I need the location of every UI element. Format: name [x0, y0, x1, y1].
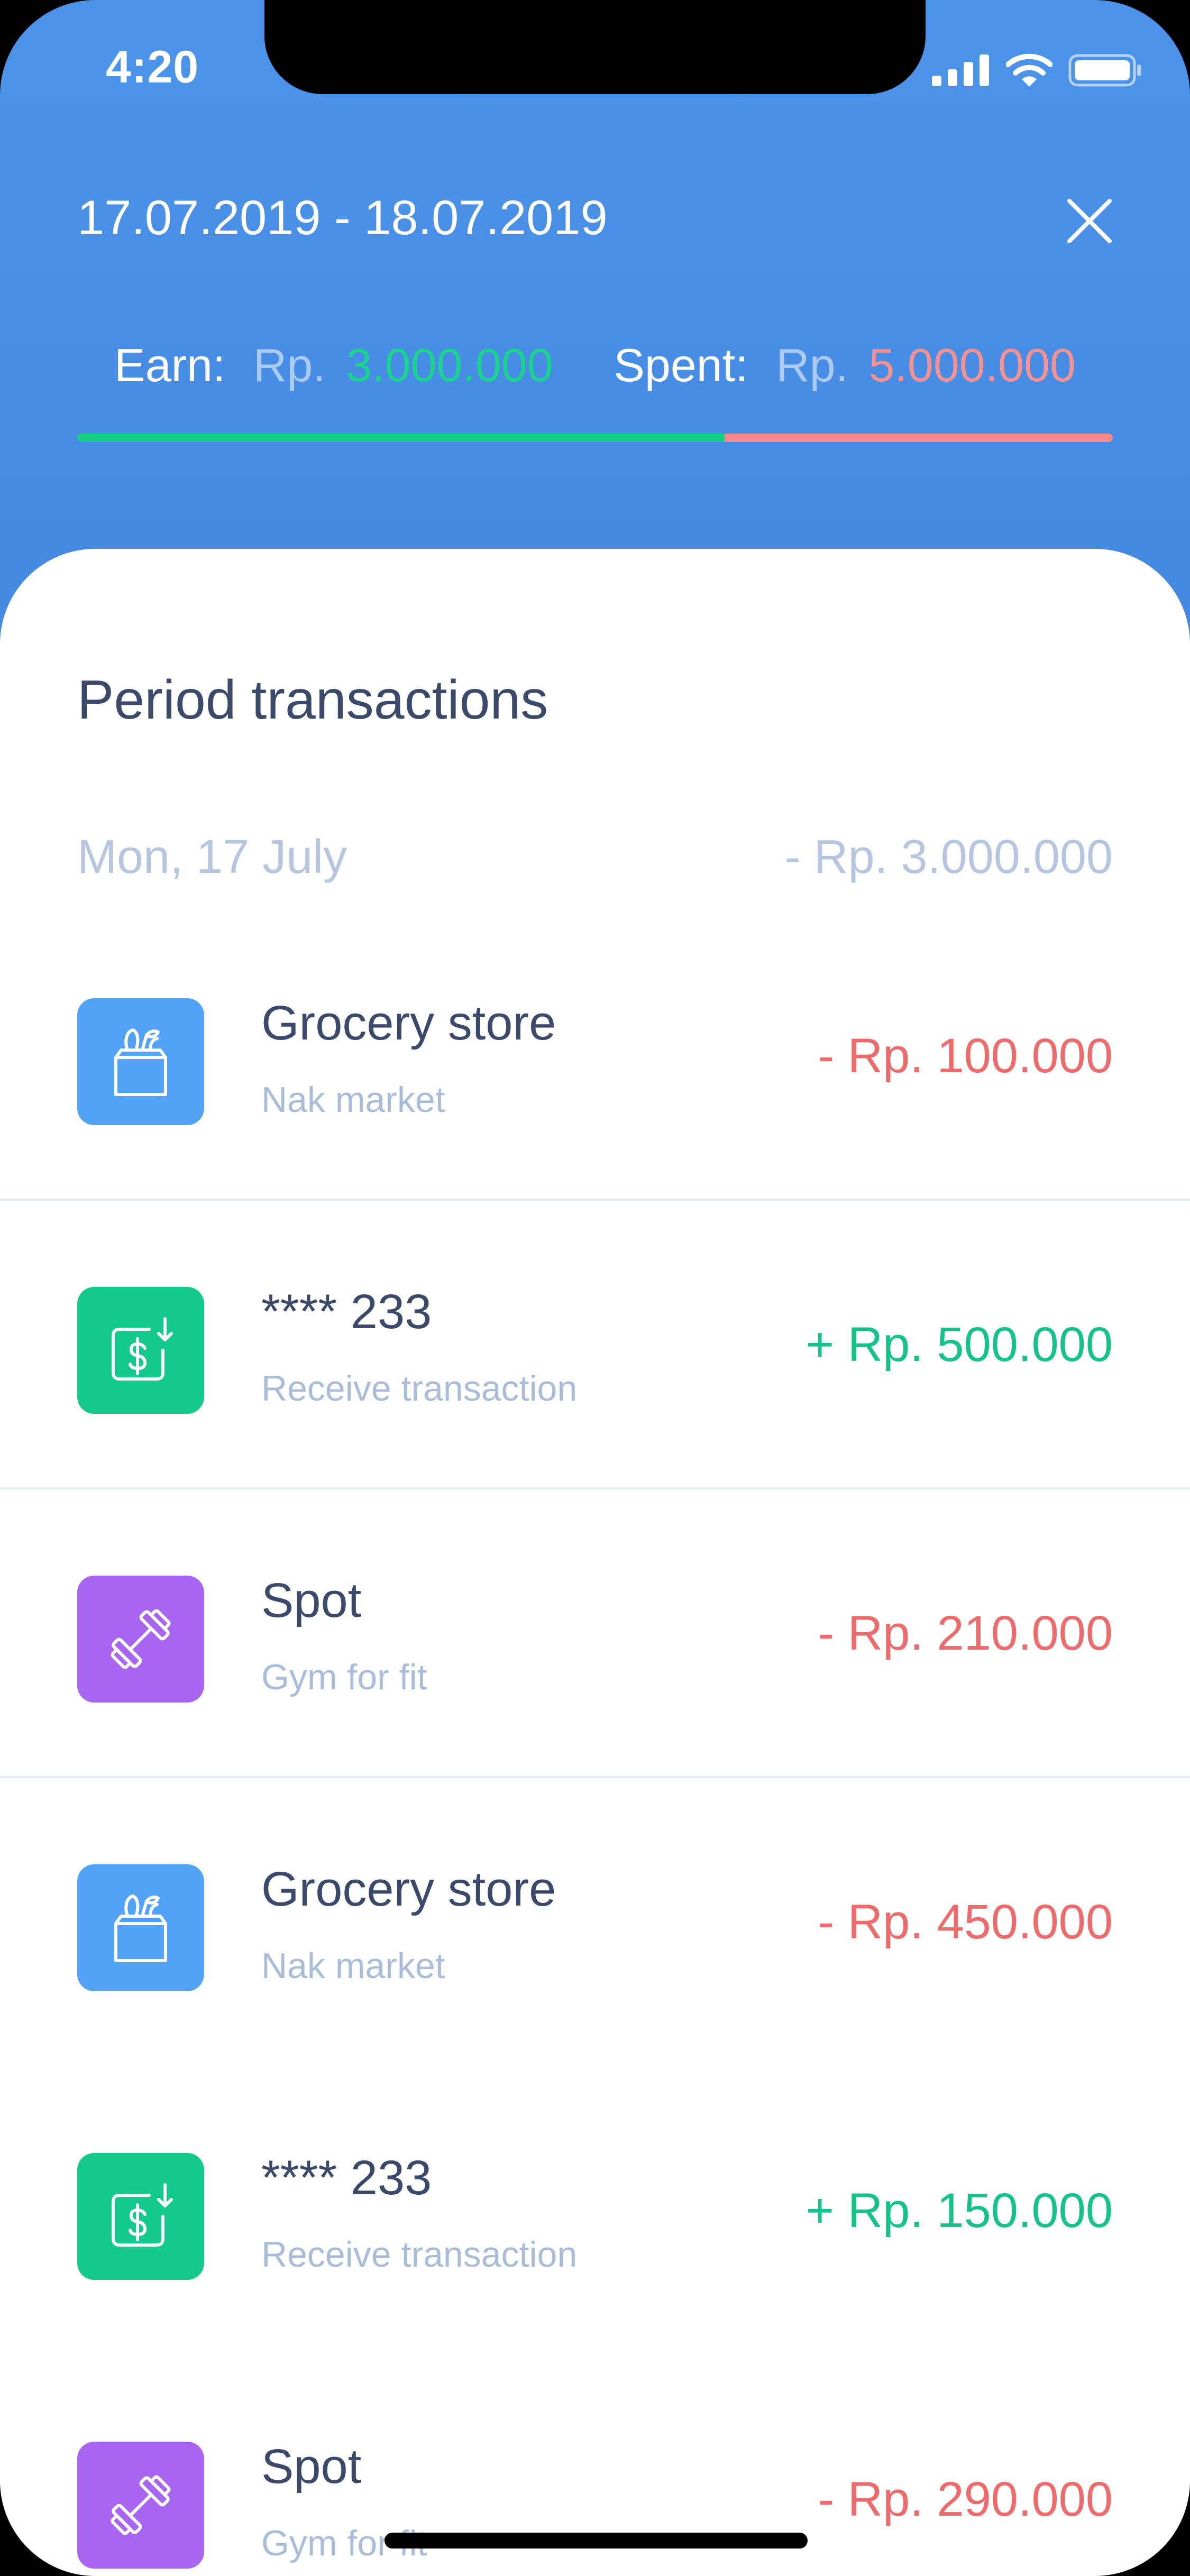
transaction-row[interactable]: Grocery store Nak market - Rp. 100.000: [0, 912, 1190, 1201]
transaction-icon-tile: [77, 2442, 204, 2569]
transaction-icon-tile: [77, 998, 204, 1125]
transaction-amount: + Rp. 150.000: [805, 2184, 1113, 2238]
transaction-amount: - Rp. 100.000: [818, 1029, 1113, 1083]
earn-spent-progress-bar: [77, 434, 1113, 442]
date-range[interactable]: 17.07.2019 - 18.07.2019: [77, 190, 608, 246]
transaction-name: Grocery store: [261, 1862, 556, 1916]
transaction-subtitle: Receive transaction: [261, 2234, 578, 2275]
earn-label: Earn:: [114, 339, 226, 391]
signal-icon: [932, 54, 990, 89]
day-header: Mon, 17 July - Rp. 3.000.000: [77, 830, 1113, 885]
earn-currency: Rp.: [253, 339, 326, 391]
transaction-amount: + Rp. 500.000: [805, 1318, 1113, 1372]
spent-value: 5.000.000: [868, 339, 1076, 391]
transaction-icon-tile: [77, 2153, 204, 2280]
transaction-name: Spot: [261, 2440, 362, 2494]
transaction-amount: - Rp. 450.000: [818, 1895, 1113, 1949]
transaction-name: **** 233: [261, 1285, 432, 1339]
earn-summary: Earn: Rp. 3.000.000: [114, 338, 553, 392]
earn-progress-fill: [77, 434, 725, 442]
wifi-icon: [1005, 53, 1053, 90]
transaction-icon-tile: [77, 1864, 204, 1991]
dumbbell-icon: [111, 2475, 171, 2535]
transaction-name: Spot: [261, 1574, 362, 1627]
spent-summary: Spent: Rp. 5.000.000: [614, 338, 1076, 392]
close-icon[interactable]: [1063, 195, 1116, 247]
grocery-bag-icon: [114, 1028, 167, 1096]
home-indicator[interactable]: [385, 2533, 808, 2549]
notch: [264, 0, 926, 94]
status-icons: [932, 53, 1142, 90]
battery-icon: [1068, 54, 1142, 89]
transaction-row[interactable]: Grocery store Nak market - Rp. 450.000: [0, 1778, 1190, 2067]
transaction-subtitle: Receive transaction: [261, 1368, 578, 1409]
spent-label: Spent:: [614, 339, 748, 391]
receive-money-icon: [112, 1317, 173, 1381]
section-title: Period transactions: [77, 669, 548, 731]
receive-money-icon: [112, 2183, 173, 2247]
transaction-row[interactable]: Spot Gym for fit - Rp. 210.000: [0, 1489, 1190, 1778]
transaction-row[interactable]: **** 233 Receive transaction + Rp. 500.0…: [0, 1201, 1190, 1489]
grocery-bag-icon: [114, 1894, 167, 1962]
transaction-amount: - Rp. 290.000: [818, 2472, 1113, 2526]
transaction-name: Grocery store: [261, 996, 556, 1050]
transaction-name: **** 233: [261, 2151, 432, 2205]
transaction-subtitle: Gym for fit: [261, 1657, 427, 1697]
spent-currency: Rp.: [776, 339, 849, 391]
earn-value: 3.000.000: [346, 339, 553, 391]
status-time: 4:20: [106, 42, 199, 93]
transaction-subtitle: Nak market: [261, 1080, 445, 1120]
day-label: Mon, 17 July: [77, 831, 347, 884]
transaction-subtitle: Nak market: [261, 1946, 445, 1986]
transaction-icon-tile: [77, 1287, 204, 1414]
close-button[interactable]: [1063, 195, 1116, 247]
transaction-icon-tile: [77, 1576, 204, 1703]
earn-spent-summary: Earn: Rp. 3.000.000 Spent: Rp. 5.000.000: [77, 338, 1113, 392]
phone-screen: 4:20 17.07.2019 - 18.07.2019 Earn: Rp. 3…: [0, 0, 1190, 2576]
day-total: - Rp. 3.000.000: [784, 831, 1113, 884]
transaction-row[interactable]: **** 233 Receive transaction + Rp. 150.0…: [0, 2067, 1190, 2356]
dumbbell-icon: [111, 1609, 171, 1669]
transaction-amount: - Rp. 210.000: [818, 1606, 1113, 1660]
